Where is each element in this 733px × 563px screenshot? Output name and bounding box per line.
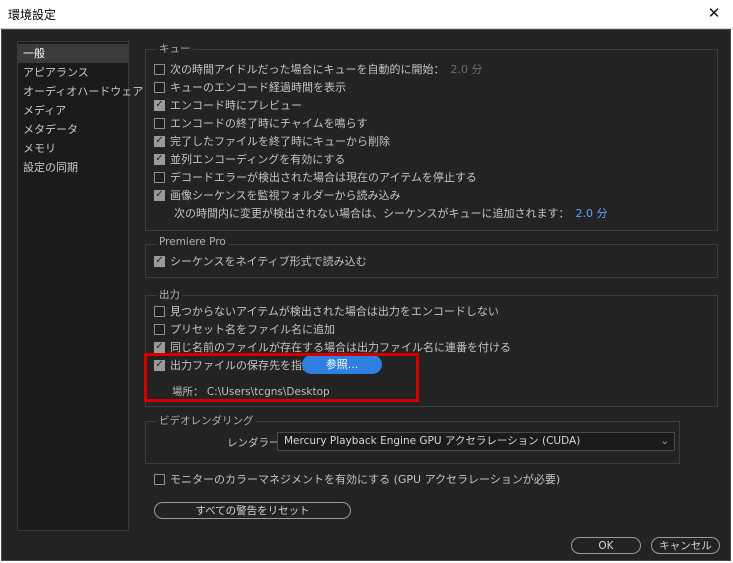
checkbox[interactable]: ✓ (154, 135, 165, 147)
checkbox[interactable]: ✓ (154, 171, 165, 183)
checkbox[interactable]: ✓ (154, 63, 165, 75)
checkbox[interactable]: ✓ (154, 305, 165, 317)
checkbox-label: シーケンスをネイティブ形式で読み込む (170, 255, 367, 268)
sidebar-item-sync-settings[interactable]: 設定の同期 (18, 158, 128, 177)
sidebar-item-metadata[interactable]: メタデータ (18, 120, 128, 139)
checkbox-label: エンコードの終了時にチャイムを鳴らす (170, 117, 368, 130)
sidebar-item-appearance[interactable]: アピアランス (18, 63, 128, 82)
idle-note-text: 次の時間内に変更が検出されない場合は、シーケンスがキューに追加されます： (174, 207, 570, 220)
checkbox-label: モニターのカラーマネジメントを有効にする (GPU アクセラレーションが必要) (170, 473, 561, 486)
checkbox[interactable]: ✓ (154, 473, 165, 485)
checkbox[interactable]: ✓ (154, 99, 165, 111)
queue-item-watch-folder[interactable]: ✓ 画像シーケンスを監視フォルダーから読み込み (154, 187, 400, 203)
checkbox[interactable]: ✓ (154, 189, 165, 201)
renderer-value: Mercury Playback Engine GPU アクセラレーション (C… (284, 435, 581, 447)
queue-item-preview[interactable]: ✓ エンコード時にプレビュー (154, 97, 302, 113)
checkbox[interactable]: ✓ (154, 255, 165, 267)
reset-warnings-button[interactable]: すべての警告をリセット (154, 502, 351, 519)
checkbox-label: 並列エンコーディングを有効にする (170, 153, 346, 166)
queue-item-show-elapsed[interactable]: ✓ キューのエンコード経過時間を表示 (154, 79, 346, 95)
checkbox[interactable]: ✓ (154, 153, 165, 165)
checkbox-label: 画像シーケンスを監視フォルダーから読み込み (170, 189, 401, 202)
output-item-skip-missing[interactable]: ✓ 見つからないアイテムが検出された場合は出力をエンコードしない (154, 303, 499, 319)
checkbox[interactable]: ✓ (154, 117, 165, 129)
queue-item-remove-completed[interactable]: ✓ 完了したファイルを終了時にキューから削除 (154, 133, 390, 149)
checkbox[interactable]: ✓ (154, 81, 165, 93)
idle-value[interactable]: 2.0 分 (575, 205, 607, 221)
checkbox[interactable]: ✓ (154, 323, 165, 335)
queue-item-auto-start[interactable]: ✓ 次の時間アイドルだった場合にキューを自動的に開始： 2.0 分 (154, 61, 482, 77)
queue-item-chime[interactable]: ✓ エンコードの終了時にチャイムを鳴らす (154, 115, 367, 131)
output-item-append-preset-name[interactable]: ✓ プリセット名をファイル名に追加 (154, 321, 335, 337)
checkbox-label: 完了したファイルを終了時にキューから削除 (170, 135, 390, 148)
chevron-down-icon: ⌄ (660, 436, 669, 447)
sidebar-item-audio-hardware[interactable]: オーディオハードウェア (18, 82, 143, 101)
sidebar-item-memory[interactable]: メモリ (18, 139, 128, 158)
output-group-title: 出力 (157, 287, 182, 302)
checkbox-label: デコードエラーが検出された場合は現在のアイテムを停止する (170, 171, 477, 184)
rendering-group-title: ビデオレンダリング (157, 413, 256, 428)
ok-button[interactable]: OK (571, 537, 641, 554)
checkbox-label: 次の時間アイドルだった場合にキューを自動的に開始： (170, 63, 445, 76)
preferences-panel: 一般 アピアランス オーディオハードウェア メディア メタデータ メモリ 設定の… (1, 29, 731, 561)
premiere-group-title: Premiere Pro (157, 236, 228, 248)
checkbox-label: キューのエンコード経過時間を表示 (170, 81, 346, 94)
sidebar-item-general[interactable]: 一般 (18, 44, 128, 63)
auto-start-value[interactable]: 2.0 分 (450, 61, 482, 77)
close-icon[interactable]: ✕ (705, 4, 723, 22)
checkbox-label: 見つからないアイテムが検出された場合は出力をエンコードしない (170, 305, 499, 318)
sidebar-item-media[interactable]: メディア (18, 101, 128, 120)
window-title: 環境設定 (8, 8, 57, 22)
queue-item-stop-on-decode-error[interactable]: ✓ デコードエラーが検出された場合は現在のアイテムを停止する (154, 169, 477, 185)
monitor-color-management[interactable]: ✓ モニターのカラーマネジメントを有効にする (GPU アクセラレーションが必要… (154, 471, 560, 487)
queue-item-parallel-encoding[interactable]: ✓ 並列エンコーディングを有効にする (154, 151, 345, 167)
checkbox[interactable]: ✓ (154, 341, 165, 353)
sidebar: 一般 アピアランス オーディオハードウェア メディア メタデータ メモリ 設定の… (17, 41, 143, 531)
highlight-box (144, 353, 419, 402)
checkbox-label: エンコード時にプレビュー (170, 99, 302, 112)
queue-group-title: キュー (157, 41, 193, 56)
cancel-button[interactable]: キャンセル (651, 537, 720, 554)
queue-idle-note: 次の時間内に変更が検出されない場合は、シーケンスがキューに追加されます： 2.0… (174, 205, 607, 221)
checkbox-label: プリセット名をファイル名に追加 (170, 323, 335, 336)
renderer-select[interactable]: Mercury Playback Engine GPU アクセラレーション (C… (277, 432, 675, 451)
title-bar: 環境設定 ✕ (0, 0, 733, 29)
premiere-item-native-import[interactable]: ✓ シーケンスをネイティブ形式で読み込む (154, 253, 367, 269)
